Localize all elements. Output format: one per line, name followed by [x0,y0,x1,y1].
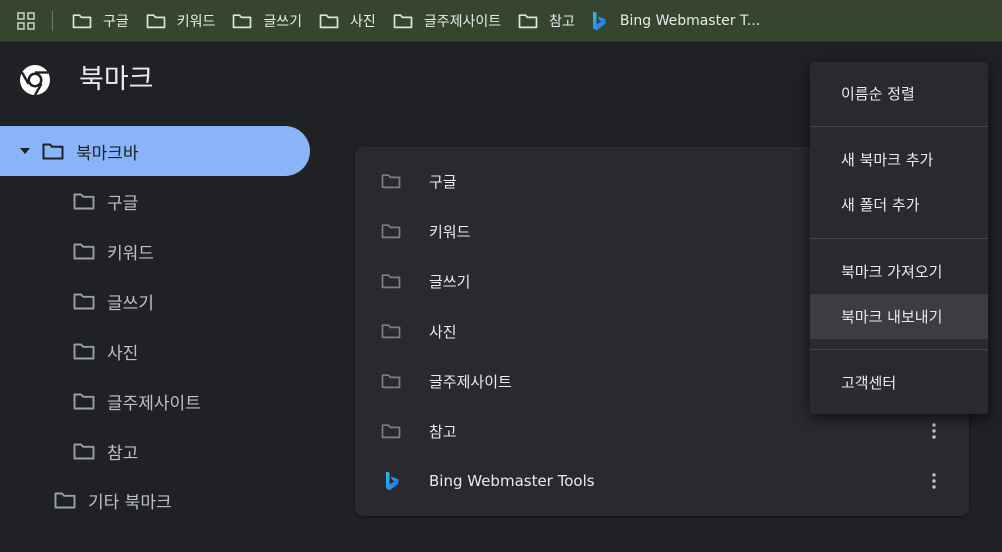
folder-icon [73,342,95,360]
folder-icon [381,223,401,239]
menu-item-label: 북마크 가져오기 [841,263,943,281]
organize-menu: 이름순 정렬 새 북마크 추가 새 폴더 추가 북마크 가져오기 북마크 내보내… [810,62,988,414]
bookmark-bar-item[interactable]: 사진 [312,6,386,36]
menu-item-sort-by-name[interactable]: 이름순 정렬 [810,71,988,116]
menu-item-label: 새 폴더 추가 [841,196,920,214]
caret-down-icon[interactable] [20,148,30,154]
folder-icon [146,13,166,29]
sidebar-item-folder[interactable]: 사진 [73,326,138,376]
folder-icon [42,142,64,160]
folder-icon [72,13,92,29]
folder-icon [73,392,95,410]
bookmark-bar-item[interactable]: 키워드 [139,6,226,36]
list-item[interactable]: Bing Webmaster Tools [355,456,969,506]
bookmark-bar-item[interactable]: 구글 [65,6,139,36]
bookmark-bar-item-label: 키워드 [176,13,216,30]
sidebar-item-bookmarks-bar[interactable]: 북마크바 [0,126,310,176]
folder-icon [381,173,401,189]
list-item-label: 사진 [429,322,457,341]
bing-icon [385,471,399,491]
bookmarks-bar-divider [52,10,53,31]
more-vert-icon[interactable] [922,418,946,444]
folder-icon [73,292,95,310]
sidebar-item-folder[interactable]: 참고 [73,426,138,476]
bookmark-bar-item[interactable]: 글쓰기 [225,6,312,36]
menu-item-add-folder[interactable]: 새 폴더 추가 [810,182,988,227]
bookmark-bar-item-label: 참고 [549,13,575,30]
sidebar-item-label: 사진 [107,343,139,364]
bing-icon [592,11,606,31]
folder-icon [73,192,95,210]
bookmarks-bar: 구글 키워드 글쓰기 사진 글주제사이트 참고 Bing Webmaster T… [0,0,1002,42]
list-item-label: 글쓰기 [429,272,471,291]
sidebar-item-folder[interactable]: 키워드 [73,226,154,276]
sidebar-item-folder[interactable]: 구글 [73,176,138,226]
folder-icon [393,13,413,29]
menu-item-label: 북마크 내보내기 [841,308,943,326]
folder-icon [232,13,252,29]
more-vert-icon[interactable] [922,468,946,494]
sidebar-item-label: 글주제사이트 [107,393,201,414]
bookmark-bar-item-label: 사진 [350,13,376,30]
bookmark-bar-item-label: 글주제사이트 [423,13,502,30]
bookmark-bar-item-label: Bing Webmaster T... [619,12,761,29]
menu-item-label: 새 북마크 추가 [841,151,934,169]
menu-item-import-bookmarks[interactable]: 북마크 가져오기 [810,249,988,294]
bookmark-bar-item-label: 구글 [103,13,129,30]
sidebar-item-label: 참고 [107,443,139,464]
sidebar-item-label: 구글 [107,193,139,214]
bookmark-bar-item[interactable]: 글주제사이트 [386,6,511,36]
menu-item-add-bookmark[interactable]: 새 북마크 추가 [810,137,988,182]
sidebar-item-label: 키워드 [107,243,154,264]
folder-icon [319,13,339,29]
sidebar-item-label: 북마크바 [76,143,139,164]
folder-icon [381,423,401,439]
sidebar-item-other-bookmarks[interactable]: 기타 북마크 [54,475,172,525]
folder-icon [518,13,538,29]
menu-divider [810,349,988,350]
sidebar-item-label: 기타 북마크 [88,492,172,513]
folder-icon [73,442,95,460]
menu-item-export-bookmarks[interactable]: 북마크 내보내기 [810,294,988,339]
list-item-label: 키워드 [429,222,471,241]
menu-item-label: 고객센터 [841,374,897,392]
folder-icon [381,323,401,339]
folder-icon [381,273,401,289]
list-item-label: 참고 [429,422,457,441]
page-title: 북마크 [79,64,154,95]
list-item-label: 글주제사이트 [429,372,512,391]
apps-icon[interactable] [16,11,36,31]
bookmark-bar-item[interactable]: Bing Webmaster T... [585,6,770,36]
list-item-label: Bing Webmaster Tools [429,472,595,490]
folder-icon [73,242,95,260]
sidebar-item-folder[interactable]: 글쓰기 [73,276,154,326]
folder-icon [381,373,401,389]
sidebar-item-label: 글쓰기 [107,293,154,314]
menu-divider [810,126,988,127]
chrome-logo-icon [18,63,52,97]
menu-item-help-center[interactable]: 고객센터 [810,360,988,405]
list-item-label: 구글 [429,172,457,191]
bookmark-bar-item[interactable]: 참고 [511,6,585,36]
sidebar-item-folder[interactable]: 글주제사이트 [73,376,201,426]
folder-icon [54,491,76,509]
menu-item-label: 이름순 정렬 [841,85,915,103]
menu-divider [810,238,988,239]
bookmark-bar-item-label: 글쓰기 [263,13,303,30]
